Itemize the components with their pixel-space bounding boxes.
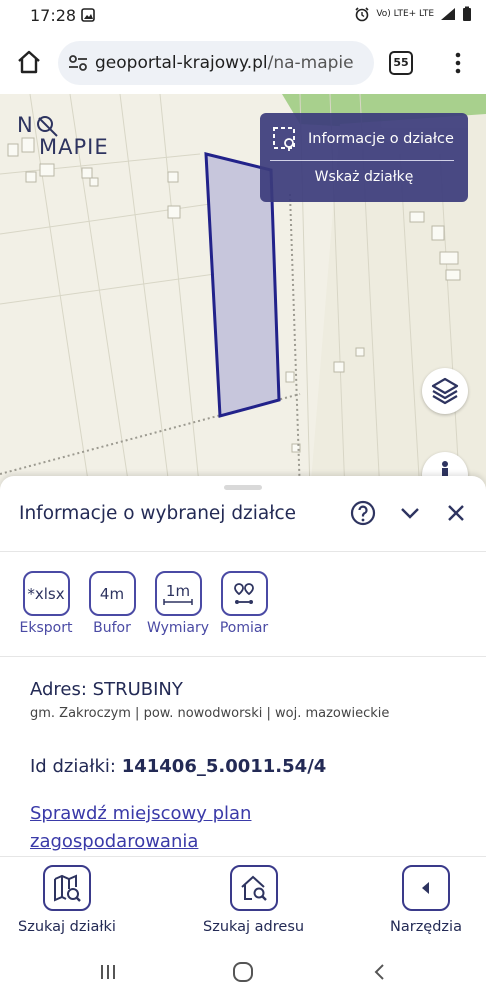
search-address-label: Szukaj adresu xyxy=(203,919,305,935)
sheet-divider-mid xyxy=(0,656,486,657)
export-xlsx-icon: *xlsx xyxy=(22,571,70,616)
sheet-actions xyxy=(350,500,468,526)
parcel-id-value: 141406_5.0011.54/4 xyxy=(121,756,327,777)
parcel-address: Adres: STRUBINY xyxy=(30,679,183,700)
buffer-icon-text: 4m xyxy=(99,584,125,603)
back-icon[interactable] xyxy=(370,962,390,982)
tool-row: *xlsx Eksport 4m Bufor 1m Wymiary Pomiar xyxy=(19,571,271,636)
recent-apps-icon[interactable] xyxy=(98,962,118,982)
parcel-info-title: Informacje o działce xyxy=(308,131,454,147)
home-search-icon xyxy=(240,875,267,901)
measure-label: Pomiar xyxy=(219,620,269,636)
collapse-chevron-icon[interactable] xyxy=(398,501,422,525)
parcel-admin-units: gm. Zakroczym | pow. nowodworski | woj. … xyxy=(30,706,390,721)
search-address-nav[interactable]: Szukaj adresu xyxy=(203,865,304,935)
url-path: /na-mapie xyxy=(267,53,354,73)
map-canvas[interactable]: N MAPIE Informacje o działce Wskaż dział… xyxy=(0,94,486,494)
export-label: Eksport xyxy=(19,620,73,636)
na-mapie-logo: N MAPIE xyxy=(17,112,127,160)
menu-icon[interactable] xyxy=(448,50,468,76)
dimensions-icon-text: 1m xyxy=(165,581,191,600)
search-parcel-box xyxy=(42,865,91,911)
buffer-label: Bufor xyxy=(93,620,131,636)
panel-divider xyxy=(270,160,454,161)
layers-button[interactable] xyxy=(422,368,468,414)
sheet-divider-top xyxy=(0,551,486,552)
measure-icon xyxy=(220,571,268,616)
parcel-details-sheet: Informacje o wybranej działce *xlsx Eksp… xyxy=(0,476,486,856)
dimensions-tool[interactable]: 1m Wymiary xyxy=(147,571,209,636)
tools-nav[interactable]: Narzędzia xyxy=(390,865,462,935)
dimensions-icon: 1m xyxy=(154,571,202,616)
home-icon[interactable] xyxy=(16,49,42,75)
system-navigation-bar xyxy=(0,946,486,999)
site-settings-icon[interactable] xyxy=(68,54,88,72)
zoning-plan-link-text: Sprawdź miejscowy plan zagospodarowania xyxy=(30,803,252,852)
search-address-box xyxy=(229,865,278,911)
buffer-icon: 4m xyxy=(88,571,136,616)
parcel-id-line: Id działki: 141406_5.0011.54/4 xyxy=(30,756,326,777)
tab-switcher-button[interactable]: 55 xyxy=(389,51,413,75)
network-label: Vo) LTE+ LTE xyxy=(376,9,434,19)
parcel-info-button[interactable]: Informacje o działce xyxy=(272,126,454,152)
bottom-navigation: Szukaj działki Szukaj adresu Narzędzia xyxy=(0,856,486,946)
svg-text:N: N xyxy=(17,113,33,137)
search-parcel-nav[interactable]: Szukaj działki xyxy=(18,865,116,935)
url-text[interactable]: geoportal-krajowy.pl/na-mapie xyxy=(95,53,354,73)
address-bar[interactable]: geoportal-krajowy.pl/na-mapie xyxy=(58,41,374,85)
export-icon-text: *xlsx xyxy=(27,584,65,603)
search-parcel-label: Szukaj działki xyxy=(18,919,116,935)
select-area-icon xyxy=(273,127,295,151)
dimensions-label: Wymiary xyxy=(146,620,210,636)
parcel-id-label: Id działki: xyxy=(30,756,116,777)
browser-toolbar: geoportal-krajowy.pl/na-mapie 55 xyxy=(0,32,486,94)
chevron-left-icon xyxy=(421,882,429,894)
status-bar: 17:28 Vo) LTE+ LTE xyxy=(0,0,486,32)
battery-icon xyxy=(463,6,471,21)
parcel-info-panel: Informacje o działce Wskaż działkę xyxy=(260,113,468,202)
help-icon[interactable] xyxy=(350,500,376,526)
pins-icon xyxy=(234,582,254,604)
close-icon[interactable] xyxy=(444,501,468,525)
status-right: Vo) LTE+ LTE xyxy=(354,6,472,22)
measure-tool[interactable]: Pomiar xyxy=(217,571,271,636)
home-button-icon[interactable] xyxy=(232,961,254,983)
logo-graphic: N MAPIE xyxy=(17,113,109,159)
tools-label: Narzędzia xyxy=(390,919,462,935)
tools-box xyxy=(401,865,450,911)
signal-icon xyxy=(441,8,455,20)
ruler-icon xyxy=(163,598,193,605)
sheet-drag-handle[interactable] xyxy=(224,485,262,490)
export-tool[interactable]: *xlsx Eksport xyxy=(19,571,73,636)
map-search-icon xyxy=(53,874,81,902)
sheet-title: Informacje o wybranej działce xyxy=(19,503,297,524)
svg-text:MAPIE: MAPIE xyxy=(39,135,109,156)
status-time: 17:28 xyxy=(30,6,77,25)
zoning-plan-link[interactable]: Sprawdź miejscowy plan zagospodarowania xyxy=(30,800,290,856)
alarm-icon xyxy=(355,7,369,22)
layers-icon xyxy=(431,377,459,405)
url-domain: geoportal-krajowy.pl xyxy=(95,53,268,73)
buffer-tool[interactable]: 4m Bufor xyxy=(85,571,139,636)
indicate-parcel-button[interactable]: Wskaż działkę xyxy=(260,169,468,185)
gallery-icon xyxy=(81,8,95,22)
